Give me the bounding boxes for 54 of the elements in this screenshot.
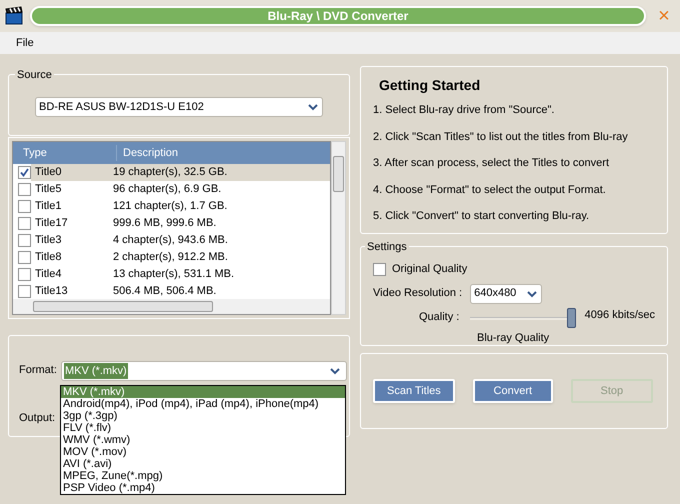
clapperboard-icon bbox=[4, 6, 24, 26]
step-text: 5. Click "Convert" to start converting Blu-ray. bbox=[373, 209, 590, 224]
output-label: Output: bbox=[19, 411, 56, 426]
table-row[interactable]: Title5 96 chapter(s), 6.9 GB. bbox=[31, 181, 330, 198]
window-title: Blu-Ray \ DVD Converter bbox=[30, 6, 646, 26]
resolution-dropdown[interactable]: 640x480 bbox=[470, 284, 542, 304]
quality-label: Quality : bbox=[419, 310, 460, 326]
checkbox-label: Original Quality bbox=[392, 262, 468, 277]
step-text: 1. Select Blu-ray drive from "Source". bbox=[373, 103, 556, 118]
checkbox[interactable] bbox=[18, 234, 31, 247]
format-option[interactable]: MKV (*.mkv) bbox=[61, 386, 345, 398]
checkbox[interactable] bbox=[18, 183, 31, 196]
checkbox[interactable] bbox=[373, 262, 386, 276]
step-text: 4. Choose "Format" to select the output Format. bbox=[373, 182, 607, 198]
chevron-icon bbox=[308, 103, 318, 111]
table-row[interactable]: Title8 2 chapter(s), 912.2 MB. bbox=[31, 249, 330, 266]
checkbox[interactable] bbox=[18, 251, 31, 264]
action-button[interactable]: Scan Titles bbox=[373, 379, 455, 403]
format-option[interactable]: AVI (*.avi) bbox=[61, 458, 345, 470]
format-option[interactable]: MPEG, Zune(*.mpg) bbox=[61, 470, 345, 482]
quality-reading: 4096 kbits/sec bbox=[584, 308, 655, 324]
checkbox[interactable] bbox=[18, 200, 31, 213]
format-option[interactable]: MOV (*.mov) bbox=[61, 446, 345, 458]
panel-heading: Getting Started bbox=[379, 76, 482, 95]
resolution-label: Video Resolution : bbox=[373, 286, 462, 302]
step-text: 2. Click "Scan Titles" to list out the titles from Blu-ray bbox=[373, 130, 629, 144]
format-dropdown[interactable]: MKV (*.mkv) bbox=[61, 361, 347, 381]
step-text: 3. After scan process, select the Titles to convert bbox=[373, 156, 610, 171]
horizontal-scrollbar[interactable] bbox=[13, 299, 330, 314]
format-option[interactable]: Android(mp4), iPod (mp4), iPad (mp4), iPhone(mp4) bbox=[61, 398, 345, 410]
table-row[interactable]: Title13 506.4 MB, 506.4 MB. bbox=[31, 283, 330, 299]
format-label: Format: bbox=[19, 363, 57, 378]
checkbox[interactable] bbox=[18, 268, 31, 281]
checkbox[interactable] bbox=[18, 217, 31, 230]
chevron-icon bbox=[527, 290, 538, 298]
vertical-scrollbar[interactable] bbox=[331, 141, 346, 315]
menu-item[interactable]: File bbox=[16, 34, 34, 52]
table-row[interactable]: Title4 13 chapter(s), 531.1 MB. bbox=[31, 266, 330, 283]
quality-slider[interactable] bbox=[470, 308, 575, 328]
table-row[interactable]: Title1 121 chapter(s), 1.7 GB. bbox=[31, 198, 330, 215]
source-dropdown[interactable]: BD-RE ASUS BW-12D1S-U E102 bbox=[35, 97, 323, 117]
table-row[interactable]: Title3 4 chapter(s), 943.6 MB. bbox=[31, 232, 330, 249]
format-option[interactable]: 3gp (*.3gp) bbox=[61, 410, 345, 422]
checkbox[interactable] bbox=[18, 166, 31, 179]
action-button[interactable]: Convert bbox=[472, 379, 553, 403]
quality-caption: Blu-ray Quality bbox=[477, 330, 550, 346]
settings-label: Settings bbox=[365, 239, 409, 256]
table-row[interactable]: Title17 999.6 MB, 999.6 MB. bbox=[31, 215, 330, 232]
checkbox[interactable] bbox=[18, 285, 31, 298]
format-option[interactable]: WMV (*.wmv) bbox=[61, 434, 345, 446]
format-option[interactable]: PSP Video (*.mp4) bbox=[61, 482, 345, 494]
chevron-icon bbox=[330, 367, 340, 375]
table-row[interactable]: Title0 19 chapter(s), 32.5 GB. bbox=[31, 164, 330, 181]
format-option[interactable]: FLV (*.flv) bbox=[61, 422, 345, 434]
